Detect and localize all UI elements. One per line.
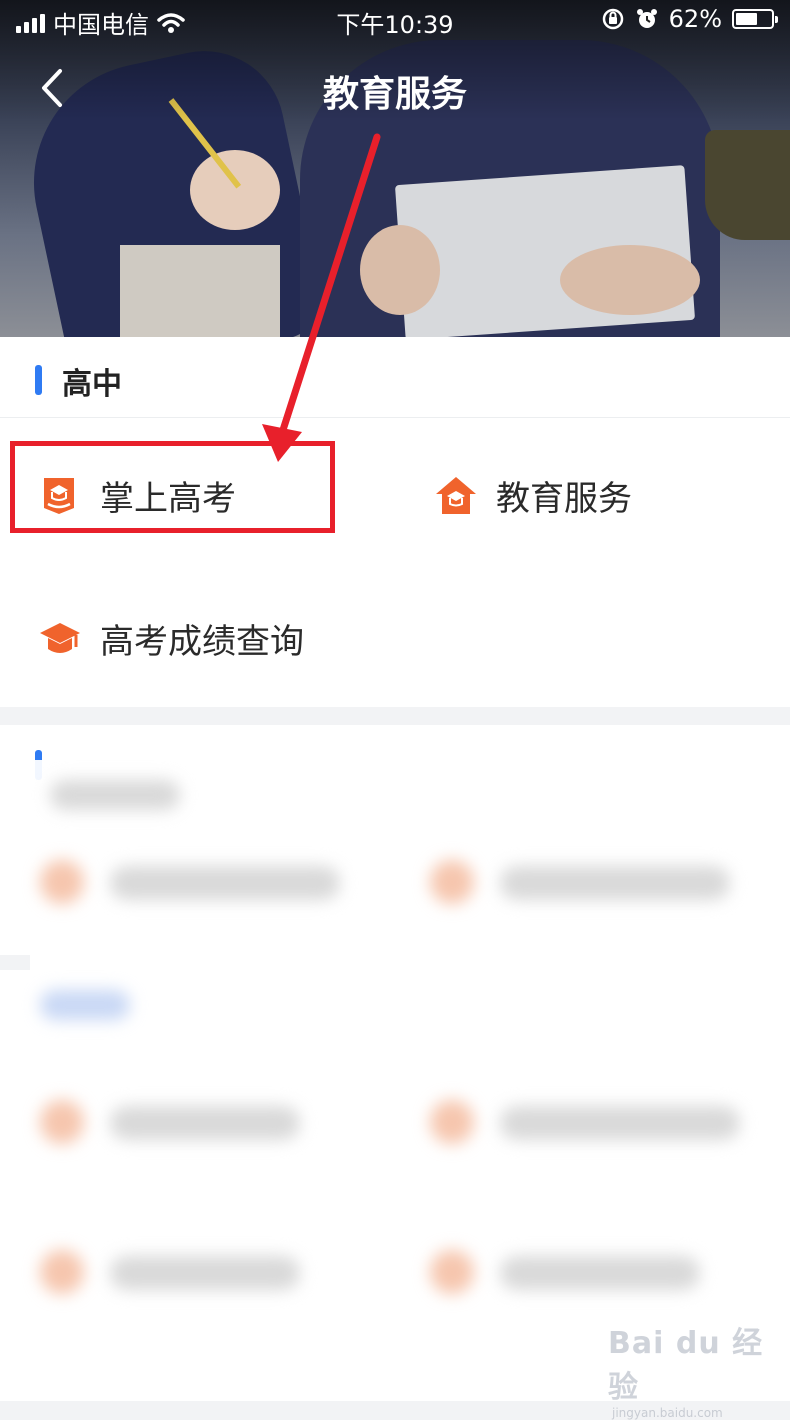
battery-percent: 62% (668, 5, 722, 33)
orientation-lock-icon (602, 8, 623, 30)
hero-hand (190, 150, 280, 230)
blurred-icon (430, 1100, 474, 1144)
blurred-label (500, 866, 730, 900)
blurred-heading (40, 990, 130, 1020)
house-cap-icon (436, 476, 476, 514)
alarm-icon (636, 9, 657, 28)
nav-bar: 教育服务 (0, 55, 790, 125)
graduation-cap-icon (40, 622, 80, 653)
blurred-label (110, 1106, 300, 1140)
blurred-label (110, 1256, 300, 1290)
status-right: 62% (601, 5, 778, 33)
annotation-highlight-box (10, 441, 335, 533)
service-label: 高考成绩查询 (100, 622, 304, 662)
hero-banner (0, 0, 790, 337)
blurred-content (30, 760, 790, 1401)
blurred-icon (430, 1250, 474, 1294)
service-item-gaokao-score-query[interactable]: 高考成绩查询 (38, 614, 304, 663)
page-title: 教育服务 (322, 74, 467, 115)
section-header: 高中 (0, 337, 790, 418)
hero-desk (120, 245, 280, 337)
status-bar: 中国电信 下午10:39 62% (0, 0, 790, 40)
blurred-label (110, 866, 340, 900)
blurred-label (500, 1256, 700, 1290)
watermark-text: Bai du 经验 (608, 1326, 764, 1405)
battery-icon (732, 9, 778, 29)
hero-hand (360, 225, 440, 315)
blurred-icon (40, 1250, 84, 1294)
blurred-icon (40, 860, 84, 904)
blurred-label (500, 1106, 740, 1140)
section-title: 高中 (62, 367, 122, 402)
service-item-education-service[interactable]: 教育服务 (434, 471, 632, 520)
section-accent-bar (35, 365, 42, 395)
blurred-icon (430, 860, 474, 904)
blurred-heading (50, 780, 180, 810)
hero-crest (705, 130, 790, 240)
service-label: 教育服务 (496, 479, 632, 519)
watermark-sub: jingyan.baidu.com (612, 1406, 723, 1420)
hero-hand (560, 245, 700, 315)
watermark: Bai du 经验 jingyan.baidu.com (608, 1318, 790, 1420)
blurred-icon (40, 1100, 84, 1144)
